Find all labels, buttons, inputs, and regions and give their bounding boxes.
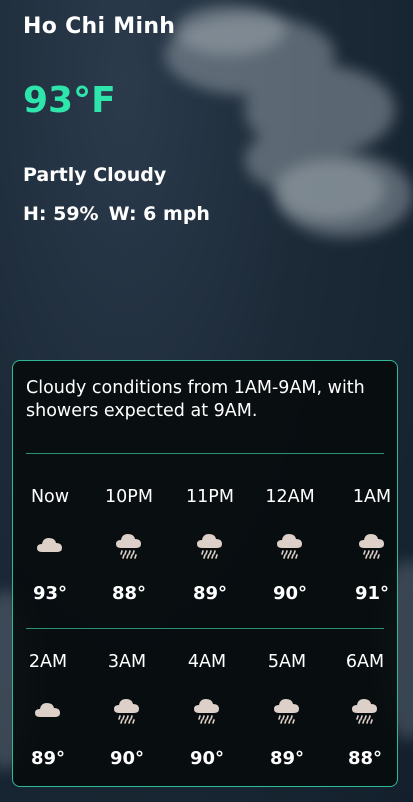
forecast-temperature: 90° xyxy=(189,748,225,769)
city-name: Ho Chi Minh xyxy=(23,14,176,39)
forecast-time: 12AM xyxy=(265,487,315,507)
rain-cloud-icon xyxy=(193,698,221,724)
forecast-summary: Cloudy conditions from 1AM-9AM, with sho… xyxy=(26,378,365,421)
forecast-temperature: 89° xyxy=(30,748,66,769)
forecast-time: 6AM xyxy=(345,652,385,672)
rain-cloud-icon xyxy=(113,698,141,724)
hourly-forecast-item: 5AM 89° xyxy=(257,652,317,792)
hourly-forecast-item: Now 93° xyxy=(20,487,80,627)
forecast-temperature: 90° xyxy=(272,583,308,604)
forecast-row: 2AM 89° 3AM 90° 4AM 90° 5AM 89° 6AM 88° xyxy=(13,652,399,792)
forecast-temperature: 88° xyxy=(347,748,383,769)
forecast-row: Now 93° 10PM 88° 11PM 89° 12AM 90° 1AM 91° xyxy=(13,487,399,627)
rain-cloud-icon xyxy=(358,533,386,559)
cloud-icon xyxy=(36,533,64,559)
forecast-temperature: 89° xyxy=(192,583,228,604)
forecast-time: 3AM xyxy=(107,652,147,672)
forecast-time: 5AM xyxy=(267,652,307,672)
cloud-icon xyxy=(34,698,62,724)
forecast-temperature: 89° xyxy=(269,748,305,769)
hourly-forecast-item: 11PM 89° xyxy=(180,487,240,627)
current-condition: Partly Cloudy xyxy=(23,164,167,186)
forecast-time: 1AM xyxy=(352,487,392,507)
rain-cloud-icon xyxy=(351,698,379,724)
rain-cloud-icon xyxy=(273,698,301,724)
divider xyxy=(26,453,384,454)
hourly-forecast-item: 12AM 90° xyxy=(260,487,320,627)
forecast-time: 11PM xyxy=(186,487,234,507)
hourly-forecast-item: 1AM 91° xyxy=(342,487,402,627)
forecast-time: 2AM xyxy=(28,652,68,672)
forecast-temperature: 90° xyxy=(109,748,145,769)
current-temperature: 93°F xyxy=(23,80,116,121)
rain-cloud-icon xyxy=(276,533,304,559)
divider xyxy=(26,628,384,629)
hourly-forecast-card[interactable]: Cloudy conditions from 1AM-9AM, with sho… xyxy=(12,360,398,787)
forecast-temperature: 93° xyxy=(32,583,68,604)
hourly-forecast-item: 2AM 89° xyxy=(18,652,78,792)
forecast-time: 4AM xyxy=(187,652,227,672)
wind-value: W: 6 mph xyxy=(108,203,210,225)
rain-cloud-icon xyxy=(196,533,224,559)
hourly-forecast-item: 6AM 88° xyxy=(335,652,395,792)
hourly-forecast-item: 3AM 90° xyxy=(97,652,157,792)
hourly-forecast-item: 4AM 90° xyxy=(177,652,237,792)
current-stats: H: 59% W: 6 mph xyxy=(23,203,220,225)
hourly-forecast-item: 10PM 88° xyxy=(99,487,159,627)
forecast-temperature: 88° xyxy=(111,583,147,604)
forecast-temperature: 91° xyxy=(354,583,390,604)
rain-cloud-icon xyxy=(115,533,143,559)
forecast-time: 10PM xyxy=(105,487,153,507)
humidity-value: H: 59% xyxy=(23,203,99,225)
forecast-time: Now xyxy=(30,487,70,507)
